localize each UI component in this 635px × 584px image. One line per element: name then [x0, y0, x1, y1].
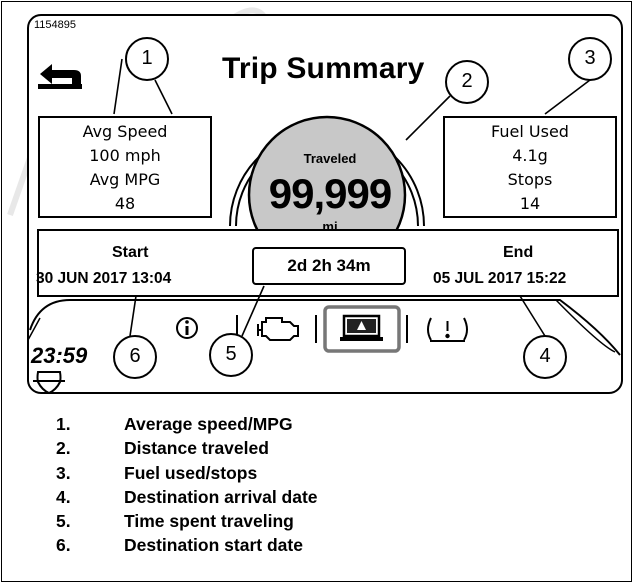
- avg-mpg-value: 48: [114, 194, 136, 213]
- end-date: 05 JUL 2017 15:22: [433, 270, 567, 287]
- fuel-used-label: Fuel Used: [491, 122, 569, 141]
- start-date: 30 JUN 2017 13:04: [36, 270, 172, 287]
- legend-item: 6. Destination start date: [56, 533, 318, 557]
- legend: 1. Average speed/MPG 2. Distance travele…: [56, 412, 318, 558]
- legend-number: 5.: [56, 511, 71, 532]
- distance-unit: mi: [322, 219, 338, 234]
- legend-text: Fuel used/stops: [124, 462, 258, 483]
- distance-value: 99,999: [268, 170, 392, 217]
- legend-text: Destination arrival date: [124, 486, 318, 507]
- legend-number: 4.: [56, 486, 71, 507]
- traveled-label: Traveled: [303, 151, 357, 166]
- legend-text: Time spent traveling: [124, 511, 294, 532]
- legend-item: 1. Average speed/MPG: [56, 412, 318, 436]
- legend-item: 5. Time spent traveling: [56, 509, 318, 533]
- legend-number: 6.: [56, 535, 71, 556]
- callout-5: 5: [225, 343, 237, 365]
- legend-number: 2.: [56, 438, 71, 459]
- clock: 23:59: [31, 343, 88, 368]
- legend-text: Distance traveled: [124, 438, 269, 459]
- legend-text: Average speed/MPG: [124, 414, 293, 434]
- stops-value: 14: [519, 194, 541, 213]
- avg-speed-mpg-box: Avg Speed 100 mph Avg MPG 48: [38, 116, 212, 218]
- screen-title: Trip Summary: [222, 52, 425, 85]
- info-icon[interactable]: [176, 317, 198, 339]
- legend-text: Destination start date: [124, 535, 303, 556]
- callout-2: 2: [461, 70, 473, 92]
- avg-speed-label: Avg Speed: [82, 122, 168, 141]
- legend-number: 1.: [56, 414, 71, 434]
- fuel-stops-box: Fuel Used 4.1g Stops 14: [443, 116, 617, 218]
- elapsed-time-box: 2d 2h 34m: [252, 247, 406, 285]
- back-arrow-icon[interactable]: [38, 64, 82, 89]
- fuel-used-value: 4.1g: [512, 146, 548, 165]
- callout-1: 1: [141, 47, 153, 69]
- legend-item: 3. Fuel used/stops: [56, 461, 318, 485]
- tire-pressure-icon[interactable]: [427, 317, 468, 342]
- avg-speed-value: 100 mph: [89, 146, 161, 165]
- legend-item: 4. Destination arrival date: [56, 485, 318, 509]
- avg-mpg-label: Avg MPG: [89, 170, 161, 189]
- trip-summary-icon[interactable]: [323, 305, 401, 353]
- engine-icon[interactable]: [257, 317, 299, 341]
- start-label: Start: [112, 244, 149, 261]
- end-label: End: [503, 244, 534, 261]
- callout-6: 6: [129, 345, 141, 367]
- bar-and-shield-icon: [33, 371, 65, 395]
- legend-number: 3.: [56, 462, 71, 483]
- callout-3: 3: [584, 47, 596, 69]
- callout-4: 4: [539, 345, 551, 367]
- stops-label: Stops: [507, 170, 553, 189]
- legend-item: 2. Distance traveled: [56, 436, 318, 460]
